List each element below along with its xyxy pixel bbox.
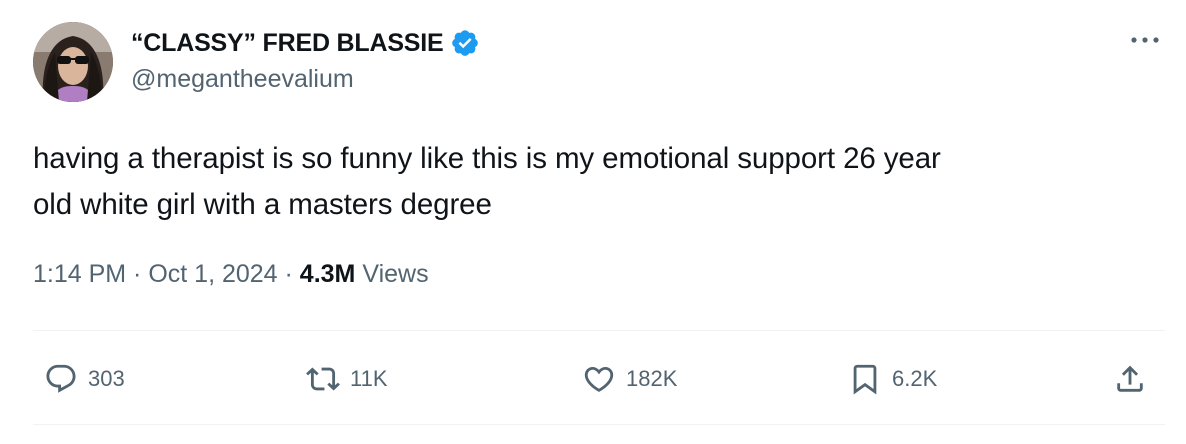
bookmark-button[interactable]: 6.2K [848, 362, 937, 396]
user-handle[interactable]: @megantheevalium [131, 65, 354, 94]
avatar[interactable] [33, 22, 113, 102]
retweet-count: 11K [350, 366, 388, 391]
more-horizontal-icon[interactable] [1128, 30, 1162, 50]
reply-button[interactable]: 303 [44, 362, 125, 396]
display-name[interactable]: “CLASSY” FRED BLASSIE [131, 29, 444, 58]
views-count: 4.3M [299, 260, 356, 288]
reply-count: 303 [88, 366, 125, 391]
tweet-time[interactable]: 1:14 PM [33, 260, 126, 288]
tweet-metadata: 1:14 PM · Oct 1, 2024 · 4.3M Views [33, 260, 429, 289]
meta-separator: · [126, 260, 149, 288]
bookmark-count: 6.2K [892, 366, 938, 391]
retweet-icon [306, 367, 340, 391]
divider [33, 424, 1165, 425]
like-count: 182K [626, 366, 678, 391]
tweet-date[interactable]: Oct 1, 2024 [148, 260, 277, 288]
meta-separator: · [277, 260, 300, 288]
share-icon[interactable] [1113, 362, 1147, 396]
views-label: Views [362, 260, 429, 288]
divider [33, 330, 1165, 331]
reply-icon [46, 364, 76, 393]
heart-icon [584, 366, 614, 392]
verified-badge-icon[interactable] [450, 28, 480, 58]
like-button[interactable]: 182K [582, 362, 677, 396]
retweet-button[interactable]: 11K [306, 362, 388, 396]
tweet-card: “CLASSY” FRED BLASSIE @megantheevalium h… [0, 0, 1186, 444]
bookmark-icon [853, 364, 877, 395]
name-row: “CLASSY” FRED BLASSIE [131, 27, 480, 59]
tweet-text: having a therapist is so funny like this… [33, 142, 941, 221]
avatar-photo [33, 22, 113, 102]
